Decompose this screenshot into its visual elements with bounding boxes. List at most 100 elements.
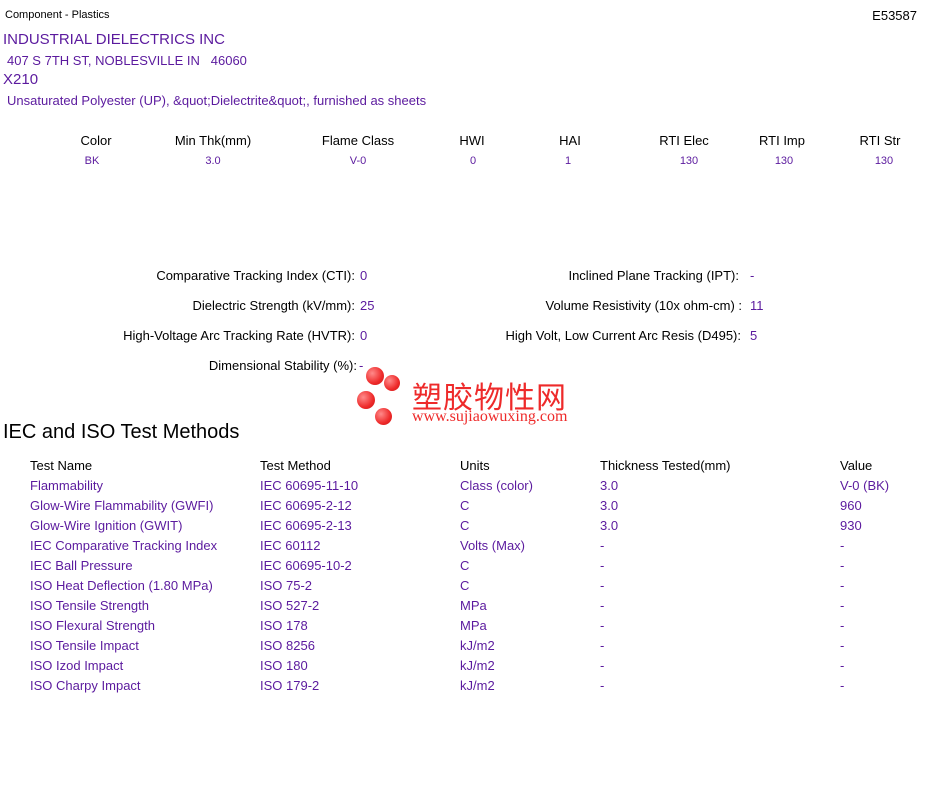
material-description: Unsaturated Polyester (UP), &quot;Dielec… bbox=[7, 93, 427, 108]
summary-value-hwi: 0 bbox=[469, 155, 477, 167]
value-cell: - bbox=[840, 618, 845, 633]
test-method-cell: ISO 75-2 bbox=[260, 578, 313, 593]
category-label: Component - Plastics bbox=[5, 9, 110, 21]
value-cell: 930 bbox=[840, 518, 862, 533]
value-cell: - bbox=[840, 658, 845, 673]
summary-header-hai: HAI bbox=[559, 133, 581, 148]
column-header-units: Units bbox=[460, 458, 490, 473]
summary-value-hai: 1 bbox=[564, 155, 572, 167]
watermark-dot bbox=[375, 408, 392, 425]
summary-value-rti-elec: 130 bbox=[679, 155, 699, 167]
grade-name: X210 bbox=[3, 71, 39, 88]
hvtr-value: 0 bbox=[360, 328, 368, 343]
units-cell: Class (color) bbox=[460, 478, 533, 493]
value-cell: V-0 (BK) bbox=[840, 478, 890, 493]
thickness-cell: 3.0 bbox=[600, 498, 619, 513]
summary-value-color: BK bbox=[84, 155, 100, 167]
summary-value-min-thk: 3.0 bbox=[205, 155, 221, 167]
summary-header-color: Color bbox=[80, 133, 112, 148]
test-name-cell: Flammability bbox=[30, 478, 103, 493]
test-method-cell: ISO 527-2 bbox=[260, 598, 320, 613]
test-method-cell: IEC 60112 bbox=[260, 538, 321, 553]
thickness-cell: - bbox=[600, 638, 605, 653]
company-name: INDUSTRIAL DIELECTRICS INC bbox=[3, 31, 225, 48]
thickness-cell: - bbox=[600, 678, 605, 693]
value-cell: - bbox=[840, 678, 845, 693]
d495-label: High Volt, Low Current Arc Resis (D495): bbox=[505, 328, 741, 343]
section-title: IEC and ISO Test Methods bbox=[3, 421, 240, 443]
units-cell: MPa bbox=[460, 598, 487, 613]
column-header-value: Value bbox=[840, 458, 873, 473]
hvtr-label: High-Voltage Arc Tracking Rate (HVTR): bbox=[123, 328, 355, 343]
thickness-cell: - bbox=[600, 538, 605, 553]
summary-header-flame-class: Flame Class bbox=[321, 133, 395, 148]
value-cell: - bbox=[840, 598, 845, 613]
value-cell: - bbox=[840, 638, 845, 653]
thickness-cell: - bbox=[600, 578, 605, 593]
thickness-cell: - bbox=[600, 558, 605, 573]
summary-value-rti-imp: 130 bbox=[774, 155, 794, 167]
value-cell: - bbox=[840, 578, 845, 593]
thickness-cell: - bbox=[600, 658, 605, 673]
dimensional-stability-label: Dimensional Stability (%): bbox=[208, 358, 357, 373]
summary-value-flame-class: V-0 bbox=[349, 155, 367, 167]
dimensional-stability-value: - bbox=[359, 358, 364, 373]
watermark-dot bbox=[384, 375, 400, 391]
volume-resistivity-value: 11 bbox=[750, 298, 764, 313]
summary-header-min-thk: Min Thk(mm) bbox=[174, 133, 252, 148]
summary-header-rti-str: RTI Str bbox=[859, 133, 901, 148]
column-header-test-name: Test Name bbox=[30, 458, 93, 473]
units-cell: C bbox=[460, 558, 470, 573]
company-address: 407 S 7TH ST, NOBLESVILLE IN 46060 bbox=[7, 53, 247, 68]
test-method-cell: ISO 179-2 bbox=[260, 678, 320, 693]
test-method-cell: IEC 60695-10-2 bbox=[260, 558, 352, 573]
volume-resistivity-label: Volume Resistivity (10x ohm-cm) : bbox=[545, 298, 743, 313]
test-method-cell: ISO 178 bbox=[260, 618, 308, 633]
summary-header-hwi: HWI bbox=[459, 133, 485, 148]
column-header-thickness: Thickness Tested(mm) bbox=[600, 458, 731, 473]
summary-value-rti-str: 130 bbox=[874, 155, 894, 167]
value-cell: - bbox=[840, 558, 845, 573]
units-cell: kJ/m2 bbox=[460, 658, 495, 673]
test-method-cell: ISO 8256 bbox=[260, 638, 315, 653]
thickness-cell: 3.0 bbox=[600, 478, 619, 493]
cti-label: Comparative Tracking Index (CTI): bbox=[156, 268, 355, 283]
cti-value: 0 bbox=[360, 268, 368, 283]
watermark-url: www.sujiaowuxing.com bbox=[412, 408, 568, 425]
test-name-cell: ISO Tensile Impact bbox=[30, 638, 139, 653]
file-number: E53587 bbox=[872, 8, 917, 23]
units-cell: C bbox=[460, 498, 470, 513]
thickness-cell: - bbox=[600, 598, 605, 613]
test-method-cell: IEC 60695-2-13 bbox=[260, 518, 352, 533]
test-name-cell: ISO Charpy Impact bbox=[30, 678, 141, 693]
watermark-dot bbox=[357, 391, 375, 409]
test-name-cell: ISO Tensile Strength bbox=[30, 598, 149, 613]
test-name-cell: IEC Ball Pressure bbox=[30, 558, 133, 573]
summary-header-rti-imp: RTI Imp bbox=[759, 133, 805, 148]
thickness-cell: 3.0 bbox=[600, 518, 619, 533]
units-cell: C bbox=[460, 578, 470, 593]
test-method-cell: IEC 60695-2-12 bbox=[260, 498, 352, 513]
test-name-cell: ISO Flexural Strength bbox=[30, 618, 155, 633]
units-cell: kJ/m2 bbox=[460, 678, 495, 693]
test-name-cell: ISO Heat Deflection (1.80 MPa) bbox=[30, 578, 213, 593]
ipt-value: - bbox=[750, 268, 755, 283]
test-name-cell: IEC Comparative Tracking Index bbox=[30, 538, 218, 553]
value-cell: 960 bbox=[840, 498, 862, 513]
dielectric-strength-label: Dielectric Strength (kV/mm): bbox=[192, 298, 355, 313]
column-header-test-method: Test Method bbox=[260, 458, 331, 473]
d495-value: 5 bbox=[750, 328, 758, 343]
units-cell: Volts (Max) bbox=[460, 538, 526, 553]
dielectric-strength-value: 25 bbox=[360, 298, 375, 313]
thickness-cell: - bbox=[600, 618, 605, 633]
units-cell: kJ/m2 bbox=[460, 638, 495, 653]
units-cell: C bbox=[460, 518, 470, 533]
summary-header-rti-elec: RTI Elec bbox=[659, 133, 709, 148]
test-name-cell: ISO Izod Impact bbox=[30, 658, 124, 673]
ipt-label: Inclined Plane Tracking (IPT): bbox=[568, 268, 739, 283]
units-cell: MPa bbox=[460, 618, 487, 633]
watermark-dot bbox=[366, 367, 384, 385]
value-cell: - bbox=[840, 538, 845, 553]
test-name-cell: Glow-Wire Flammability (GWFI) bbox=[30, 498, 214, 513]
test-method-cell: ISO 180 bbox=[260, 658, 308, 673]
